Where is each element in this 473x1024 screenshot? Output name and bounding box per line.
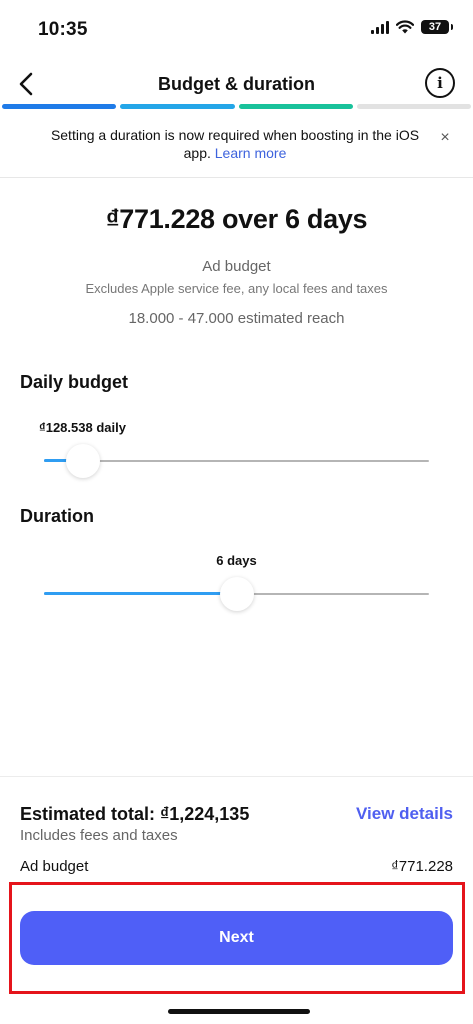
progress-step-3 (238, 104, 353, 109)
info-button[interactable]: i (425, 68, 455, 98)
daily-budget-slider[interactable] (44, 444, 429, 478)
info-icon: i (437, 74, 443, 92)
status-icons: 37 (371, 20, 453, 34)
info-banner: Setting a duration is now required when … (0, 118, 473, 178)
ad-budget-label: Ad budget (202, 258, 271, 275)
daily-budget-title: Daily budget (20, 372, 129, 392)
progress-step-4 (356, 104, 471, 109)
daily-budget-value: ₫128.538 daily (39, 420, 126, 435)
budget-headline: ₫771.228 over 6 days (105, 204, 368, 234)
duration-thumb[interactable] (219, 577, 254, 611)
close-icon[interactable]: × (435, 128, 455, 148)
progress-step-2 (120, 104, 235, 109)
learn-more-link[interactable]: Learn more (215, 145, 287, 161)
duration-value: 6 days (216, 553, 257, 568)
battery-icon: 37 (421, 20, 453, 34)
estimated-reach: 18.000 - 47.000 estimated reach (128, 310, 345, 327)
progress-step-1 (2, 104, 117, 109)
signal-icon (371, 20, 389, 34)
status-bar: 10:35 37 (0, 0, 473, 58)
home-indicator (168, 1009, 310, 1014)
duration-fill (44, 592, 237, 595)
view-details-link[interactable]: View details (356, 804, 453, 824)
ad-budget-row-label: Ad budget (20, 858, 89, 875)
summary-footer: Estimated total: ₫1,224,135 View details… (0, 776, 473, 1024)
includes-note: Includes fees and taxes (20, 827, 178, 844)
excludes-note: Excludes Apple service fee, any local fe… (85, 281, 388, 296)
next-button[interactable]: Next (20, 911, 453, 965)
estimated-total: Estimated total: ₫1,224,135 (20, 804, 250, 824)
banner-text: Setting a duration is now required when … (40, 126, 430, 162)
duration-title: Duration (20, 506, 94, 526)
status-time: 10:35 (38, 19, 88, 40)
daily-budget-thumb[interactable] (65, 444, 100, 478)
ad-budget-row-value: ₫771.228 (391, 858, 453, 875)
page-title: Budget & duration (158, 74, 315, 94)
duration-slider[interactable] (44, 577, 429, 611)
step-progress (0, 104, 473, 109)
header: Budget & duration i (0, 62, 473, 106)
wifi-icon (396, 20, 414, 34)
